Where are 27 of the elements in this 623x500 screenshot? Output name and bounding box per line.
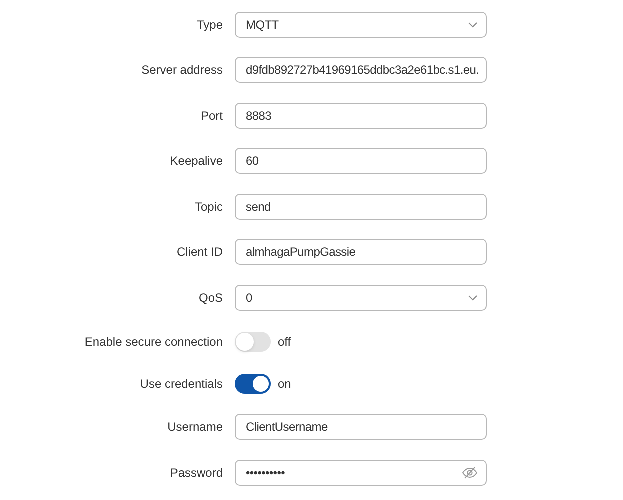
- input-field[interactable]: d9fdb892727b41969165ddbc3a2e61bc.s1.eu.: [235, 57, 487, 84]
- field-label: Username: [166, 419, 223, 436]
- field-label: Password: [169, 464, 223, 482]
- field-label: Enable secure connection: [84, 334, 223, 350]
- dropdown[interactable]: MQTT: [235, 12, 487, 38]
- eye-slash-icon[interactable]: [462, 466, 478, 480]
- input-field[interactable]: 60: [235, 148, 487, 174]
- field-label: Use credentials: [139, 376, 223, 392]
- toggle-state-text: off: [278, 334, 292, 350]
- input-field[interactable]: almhagaPumpGassie: [235, 239, 487, 266]
- input-field[interactable]: ClientUsername: [235, 414, 487, 440]
- field-label: Client ID: [176, 244, 223, 262]
- password-field[interactable]: ••••••••••: [235, 460, 487, 486]
- chevron-down-icon: [468, 22, 478, 28]
- input-field[interactable]: 8883: [235, 102, 487, 129]
- input-field[interactable]: send: [235, 194, 487, 220]
- field-label: Port: [200, 108, 223, 125]
- field-label: Keepalive: [169, 153, 223, 170]
- field-label: QoS: [198, 290, 223, 307]
- toggle-switch[interactable]: [235, 332, 271, 352]
- dropdown[interactable]: 0: [235, 284, 487, 311]
- toggle-state-text: on: [278, 376, 292, 392]
- toggle-switch[interactable]: [235, 374, 271, 394]
- field-label: Topic: [194, 198, 223, 216]
- field-label: Server address: [140, 62, 223, 80]
- chevron-down-icon: [468, 294, 478, 301]
- field-label: Type: [196, 16, 223, 34]
